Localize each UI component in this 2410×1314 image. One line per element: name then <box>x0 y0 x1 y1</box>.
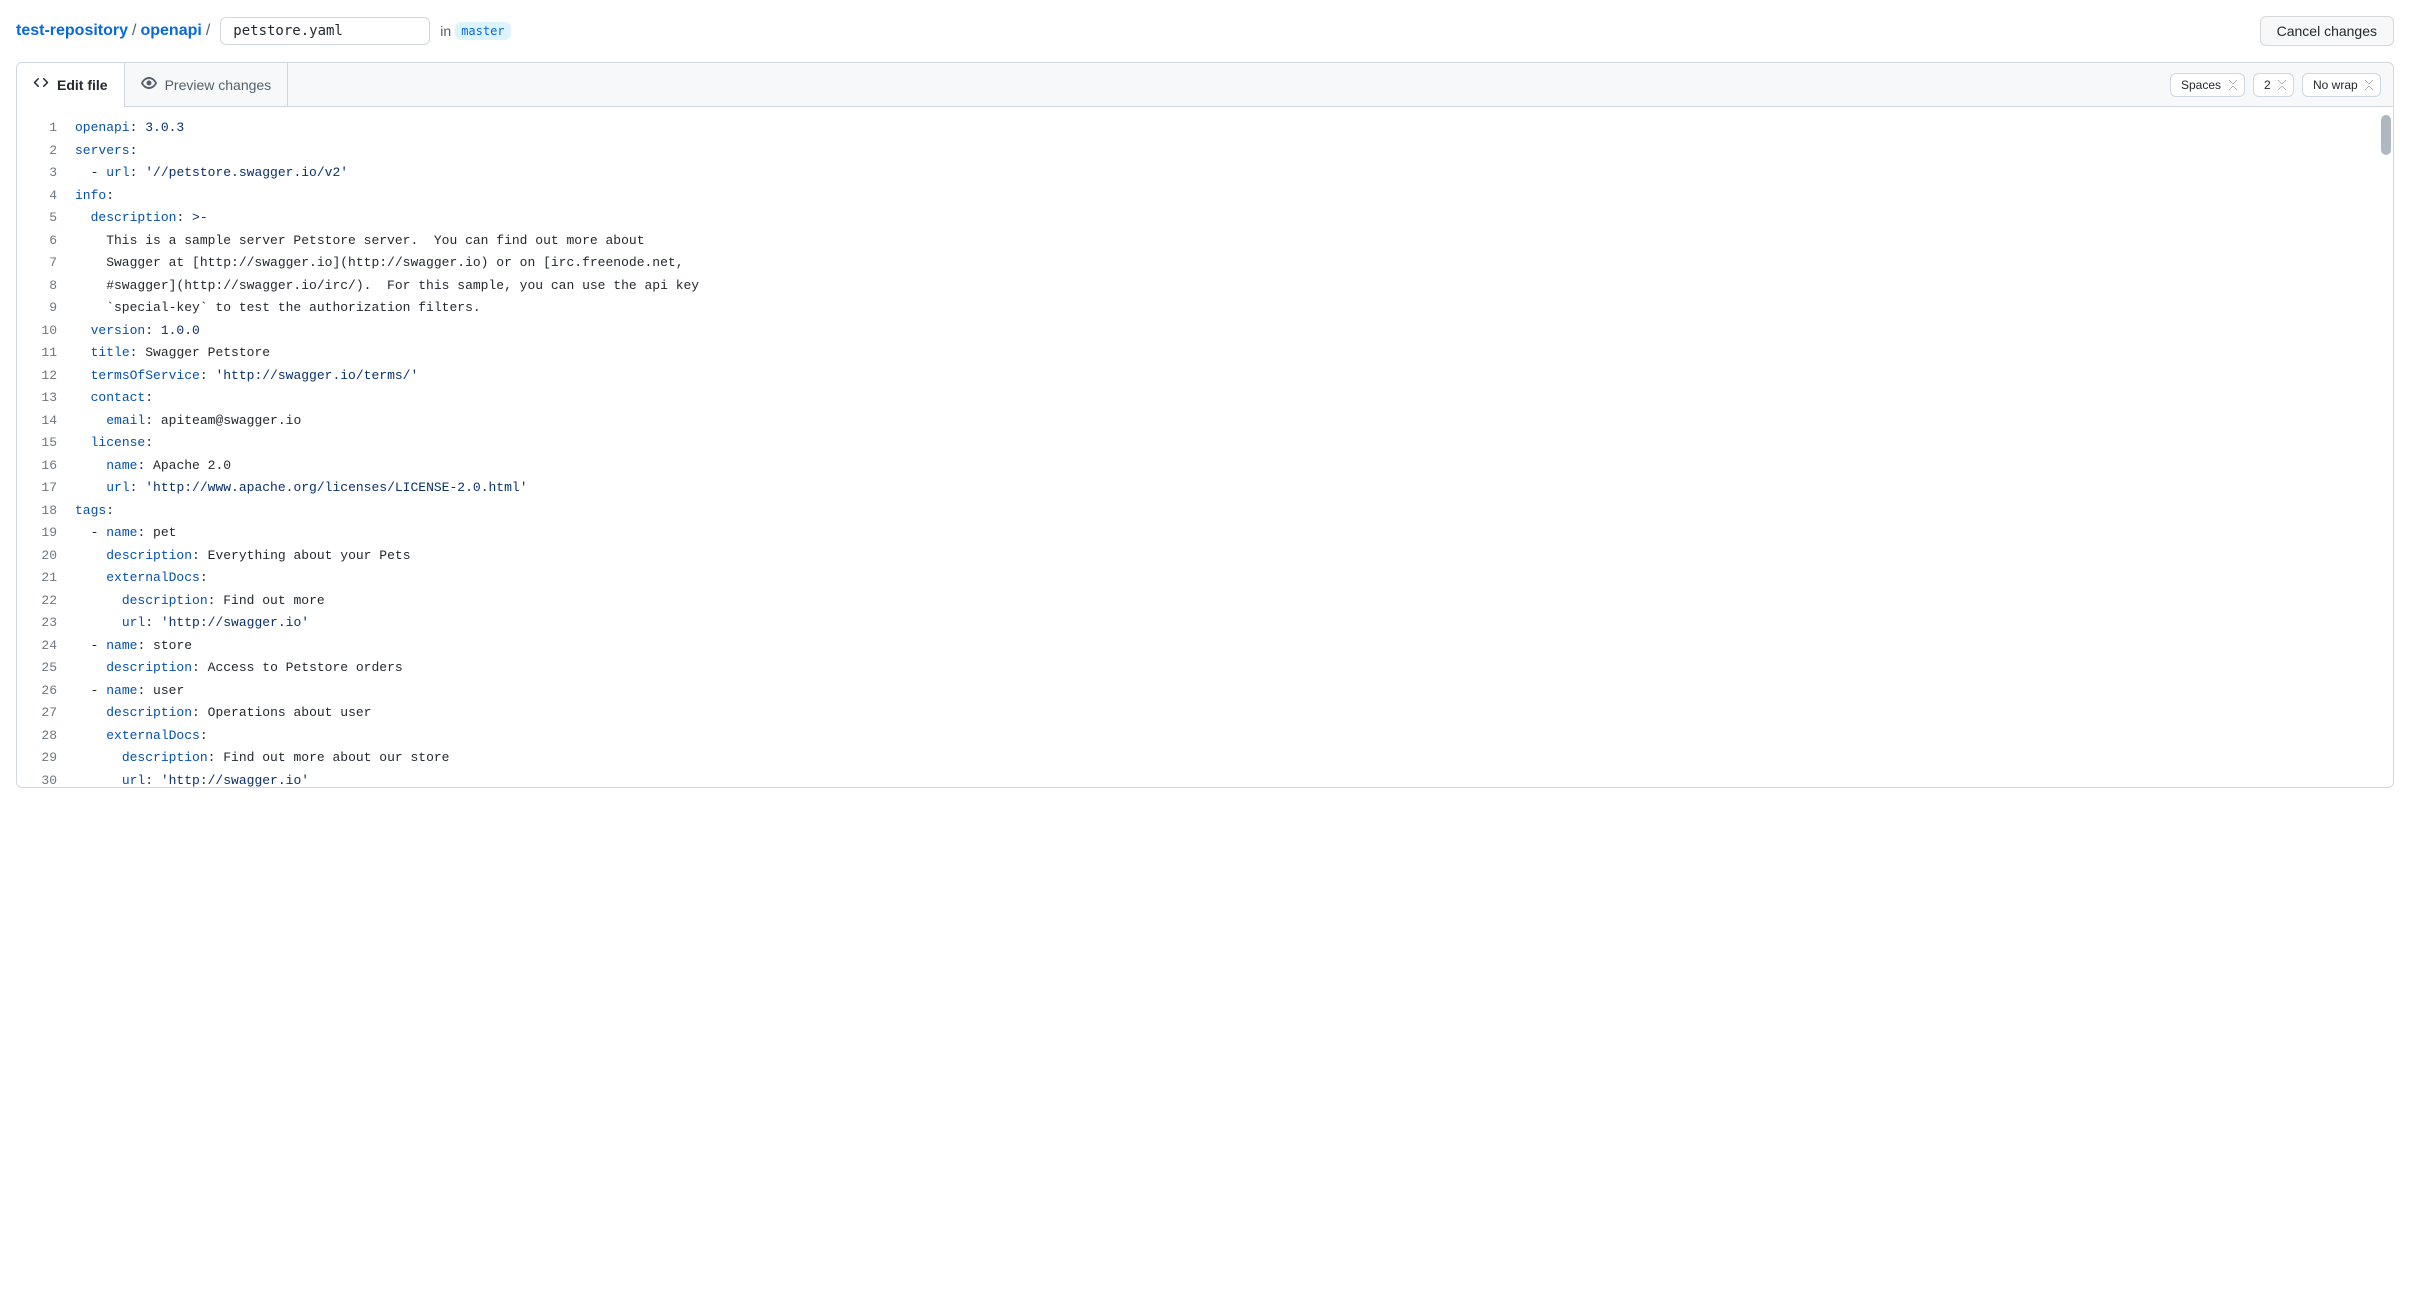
line-number: 6 <box>33 230 57 253</box>
line-number: 28 <box>33 725 57 748</box>
line-number: 17 <box>33 477 57 500</box>
code-line[interactable]: This is a sample server Petstore server.… <box>75 230 2377 253</box>
line-number: 8 <box>33 275 57 298</box>
line-number: 5 <box>33 207 57 230</box>
line-number: 26 <box>33 680 57 703</box>
wrap-mode-select[interactable]: No wrap <box>2302 73 2381 97</box>
code-line[interactable]: termsOfService: 'http://swagger.io/terms… <box>75 365 2377 388</box>
code-editor[interactable]: 1234567891011121314151617181920212223242… <box>17 107 2393 787</box>
tab-edit-label: Edit file <box>57 77 108 93</box>
code-line[interactable]: email: apiteam@swagger.io <box>75 410 2377 433</box>
code-icon <box>33 75 49 94</box>
line-number: 1 <box>33 117 57 140</box>
breadcrumb-folder-link[interactable]: openapi <box>140 22 201 40</box>
tab-preview-label: Preview changes <box>165 77 272 93</box>
code-line[interactable]: servers: <box>75 140 2377 163</box>
line-number: 4 <box>33 185 57 208</box>
line-number: 14 <box>33 410 57 433</box>
tab-edit-file[interactable]: Edit file <box>17 63 125 107</box>
line-number: 3 <box>33 162 57 185</box>
breadcrumb-repo-link[interactable]: test-repository <box>16 22 128 40</box>
scrollbar-thumb[interactable] <box>2381 115 2391 155</box>
code-line[interactable]: name: Apache 2.0 <box>75 455 2377 478</box>
code-line[interactable]: externalDocs: <box>75 567 2377 590</box>
code-line[interactable]: description: Find out more about our sto… <box>75 747 2377 770</box>
code-line[interactable]: externalDocs: <box>75 725 2377 748</box>
breadcrumb: test-repository / openapi / in master <box>16 17 511 45</box>
code-line[interactable]: - name: store <box>75 635 2377 658</box>
line-number: 18 <box>33 500 57 523</box>
line-number: 2 <box>33 140 57 163</box>
line-number: 16 <box>33 455 57 478</box>
code-line[interactable]: description: Everything about your Pets <box>75 545 2377 568</box>
breadcrumb-separator: / <box>128 22 140 40</box>
code-line[interactable]: url: 'http://swagger.io' <box>75 770 2377 788</box>
branch-badge[interactable]: master <box>455 22 510 40</box>
code-line[interactable]: - name: user <box>75 680 2377 703</box>
in-label: in <box>440 23 451 39</box>
line-number: 13 <box>33 387 57 410</box>
code-line[interactable]: description: Operations about user <box>75 702 2377 725</box>
line-number: 29 <box>33 747 57 770</box>
code-line[interactable]: url: 'http://www.apache.org/licenses/LIC… <box>75 477 2377 500</box>
line-number: 25 <box>33 657 57 680</box>
line-number: 30 <box>33 770 57 788</box>
eye-icon <box>141 75 157 94</box>
code-line[interactable]: description: Access to Petstore orders <box>75 657 2377 680</box>
code-line[interactable]: description: Find out more <box>75 590 2377 613</box>
code-line[interactable]: license: <box>75 432 2377 455</box>
code-line[interactable]: contact: <box>75 387 2377 410</box>
line-number: 10 <box>33 320 57 343</box>
line-number: 9 <box>33 297 57 320</box>
code-line[interactable]: - name: pet <box>75 522 2377 545</box>
cancel-changes-button[interactable]: Cancel changes <box>2260 16 2394 46</box>
line-number: 12 <box>33 365 57 388</box>
indent-size-select[interactable]: 2 <box>2253 73 2294 97</box>
line-number: 23 <box>33 612 57 635</box>
line-number: 22 <box>33 590 57 613</box>
code-line[interactable]: info: <box>75 185 2377 208</box>
code-line[interactable]: `special-key` to test the authorization … <box>75 297 2377 320</box>
line-number-gutter: 1234567891011121314151617181920212223242… <box>17 107 67 787</box>
code-line[interactable]: Swagger at [http://swagger.io](http://sw… <box>75 252 2377 275</box>
tab-preview-changes[interactable]: Preview changes <box>125 63 289 106</box>
code-content[interactable]: openapi: 3.0.3servers: - url: '//petstor… <box>67 107 2393 787</box>
filename-input[interactable] <box>220 17 430 45</box>
line-number: 19 <box>33 522 57 545</box>
code-line[interactable]: description: >- <box>75 207 2377 230</box>
line-number: 15 <box>33 432 57 455</box>
code-line[interactable]: #swagger](http://swagger.io/irc/). For t… <box>75 275 2377 298</box>
code-line[interactable]: openapi: 3.0.3 <box>75 117 2377 140</box>
code-line[interactable]: tags: <box>75 500 2377 523</box>
line-number: 24 <box>33 635 57 658</box>
line-number: 7 <box>33 252 57 275</box>
line-number: 27 <box>33 702 57 725</box>
indent-mode-select[interactable]: Spaces <box>2170 73 2245 97</box>
breadcrumb-separator: / <box>202 22 214 40</box>
line-number: 20 <box>33 545 57 568</box>
code-line[interactable]: version: 1.0.0 <box>75 320 2377 343</box>
editor-panel: Edit file Preview changes Spaces <box>16 62 2394 788</box>
line-number: 11 <box>33 342 57 365</box>
code-line[interactable]: url: 'http://swagger.io' <box>75 612 2377 635</box>
line-number: 21 <box>33 567 57 590</box>
code-line[interactable]: - url: '//petstore.swagger.io/v2' <box>75 162 2377 185</box>
code-line[interactable]: title: Swagger Petstore <box>75 342 2377 365</box>
